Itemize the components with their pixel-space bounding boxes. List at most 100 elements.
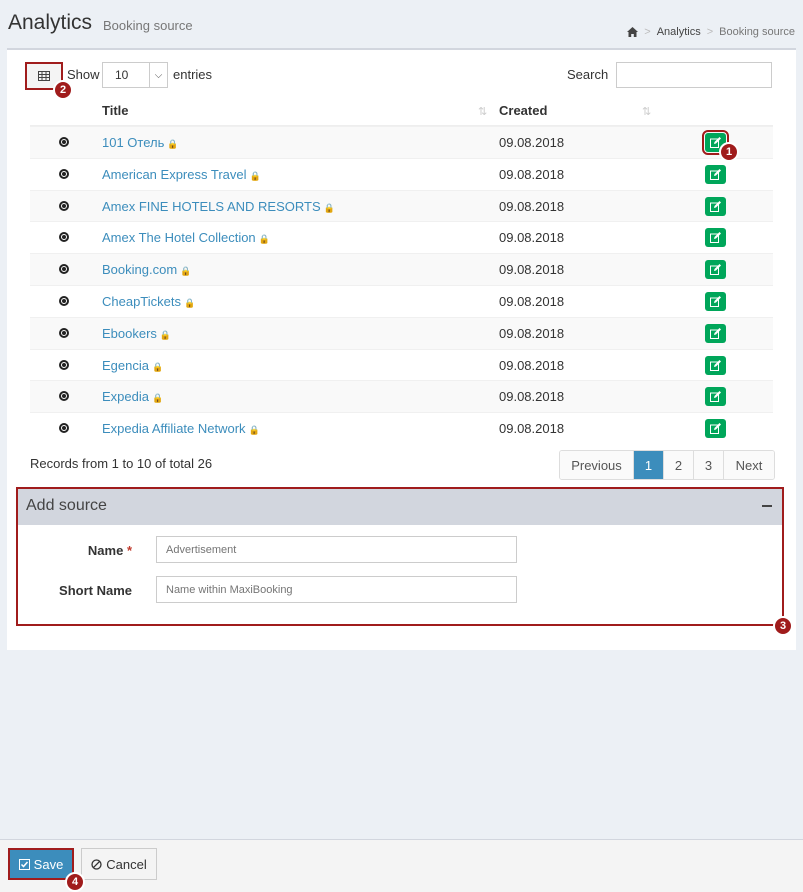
table-icon <box>38 71 50 81</box>
chevron-down-icon: ⌵ <box>149 63 167 87</box>
source-title-link[interactable]: Ebookers 🔒 <box>102 326 171 341</box>
source-icon <box>59 359 69 370</box>
home-icon[interactable] <box>627 27 639 37</box>
breadcrumb: > Analytics > Booking source <box>627 26 795 38</box>
content-box: 2 Show 10 ⌵ entries Search Title ⇅ Creat… <box>7 48 796 650</box>
cancel-button-label: Cancel <box>106 856 147 872</box>
short-name-label: Short Name <box>59 583 132 598</box>
edit-icon <box>710 391 721 403</box>
edit-icon <box>710 264 721 276</box>
source-icon <box>59 232 69 243</box>
check-square-icon <box>18 858 30 870</box>
save-button[interactable]: Save <box>8 848 74 880</box>
add-source-panel: Add source Name * Short Name <box>16 487 784 626</box>
table-row: Amex FINE HOTELS AND RESORTS 🔒 09.08.2018 <box>30 189 773 222</box>
edit-icon <box>710 423 721 435</box>
created-date: 09.08.2018 <box>499 421 565 437</box>
sources-table: Title ⇅ Created ⇅ 101 Отель 🔒 09.08.2018 Am… <box>30 98 773 444</box>
source-title-link[interactable]: Egencia 🔒 <box>102 358 163 373</box>
source-title-link[interactable]: Expedia 🔒 <box>102 389 163 404</box>
lock-icon: 🔒 <box>248 425 260 436</box>
add-source-header: Add source <box>18 489 782 525</box>
edit-icon <box>710 327 721 339</box>
source-icon <box>59 391 69 402</box>
created-date: 09.08.2018 <box>499 357 565 373</box>
source-title-text: Expedia Affiliate Network <box>102 421 246 437</box>
annotation-marker-1: 1 <box>719 142 739 162</box>
pagination-next[interactable]: Next <box>724 451 774 479</box>
entries-select[interactable]: 10 ⌵ <box>102 62 168 88</box>
edit-button[interactable] <box>705 196 726 216</box>
breadcrumb-item-analytics[interactable]: Analytics <box>657 26 701 38</box>
source-icon <box>59 327 69 338</box>
created-date: 09.08.2018 <box>499 166 565 182</box>
created-date: 09.08.2018 <box>499 293 565 309</box>
short-name-field[interactable] <box>156 576 517 603</box>
breadcrumb-separator: > <box>706 26 714 38</box>
pagination: Previous 1 2 3 Next <box>559 450 775 480</box>
table-toolbar: 2 Show 10 ⌵ entries Search <box>25 62 785 100</box>
source-title-link[interactable]: CheapTickets 🔒 <box>102 294 195 309</box>
source-title-link[interactable]: 101 Отель 🔒 <box>102 135 179 150</box>
source-icon <box>59 200 69 211</box>
annotation-marker-4: 4 <box>65 872 85 892</box>
source-title-link[interactable]: Booking.com 🔒 <box>102 262 191 277</box>
source-title-link[interactable]: American Express Travel 🔒 <box>102 167 261 182</box>
pagination-page-3[interactable]: 3 <box>694 451 724 479</box>
source-title-text: Amex The Hotel Collection <box>102 230 256 246</box>
pagination-page-1[interactable]: 1 <box>634 451 664 479</box>
table-row: Expedia 🔒 09.08.2018 <box>30 380 773 413</box>
breadcrumb-separator: > <box>644 26 651 38</box>
short-name-row: Short Name <box>18 576 782 604</box>
lock-icon: 🔒 <box>167 139 179 149</box>
edit-button[interactable] <box>705 387 726 407</box>
table-row: CheapTickets 🔒 09.08.2018 <box>30 284 773 317</box>
sort-icon[interactable]: ⇅ <box>642 105 651 118</box>
name-field[interactable] <box>156 536 517 563</box>
column-header-created[interactable]: Created <box>499 103 547 118</box>
required-mark: * <box>126 543 132 558</box>
entries-select-value: 10 <box>115 68 129 82</box>
source-icon <box>59 423 69 434</box>
source-title-link[interactable]: Amex The Hotel Collection 🔒 <box>102 230 270 245</box>
source-title-link[interactable]: Expedia Affiliate Network 🔒 <box>102 421 260 436</box>
edit-button[interactable] <box>705 355 726 375</box>
name-label: Name * <box>88 543 132 558</box>
collapse-icon[interactable] <box>762 505 772 507</box>
edit-button[interactable] <box>705 323 726 343</box>
cancel-button[interactable]: Cancel <box>81 848 157 880</box>
page-title: Analytics <box>8 11 93 34</box>
edit-button[interactable] <box>705 228 726 248</box>
created-date: 09.08.2018 <box>499 135 565 150</box>
lock-icon: 🔒 <box>151 361 164 372</box>
lock-icon: 🔒 <box>151 393 164 404</box>
breadcrumb-item-booking-source: Booking source <box>719 26 795 38</box>
source-title-link[interactable]: Amex FINE HOTELS AND RESORTS 🔒 <box>102 199 335 214</box>
table-row: Ebookers 🔒 09.08.2018 <box>30 316 773 349</box>
source-title-text: American Express Travel <box>102 166 247 182</box>
lock-icon: 🔒 <box>249 170 261 181</box>
table-row: Expedia Affiliate Network 🔒 09.08.2018 <box>30 412 773 444</box>
edit-icon <box>710 295 721 307</box>
name-label-text: Name <box>87 543 124 558</box>
edit-icon <box>710 359 721 371</box>
source-icon <box>59 168 69 179</box>
edit-button[interactable] <box>705 291 726 311</box>
created-date: 09.08.2018 <box>499 230 565 246</box>
source-title-text: Amex FINE HOTELS AND RESORTS <box>102 198 321 214</box>
column-header-title[interactable]: Title <box>102 103 129 118</box>
source-title-text: CheapTickets <box>102 293 181 309</box>
edit-button[interactable] <box>705 164 726 184</box>
created-date: 09.08.2018 <box>499 325 565 341</box>
sort-icon[interactable]: ⇅ <box>478 105 487 118</box>
source-title-text: Expedia <box>102 389 149 405</box>
pagination-previous[interactable]: Previous <box>560 451 634 479</box>
table-row: Amex The Hotel Collection 🔒 09.08.2018 <box>30 221 773 253</box>
edit-button[interactable] <box>705 419 726 439</box>
name-row: Name * <box>18 536 782 564</box>
pagination-page-2[interactable]: 2 <box>664 451 694 479</box>
source-title-text: Booking.com <box>102 262 178 278</box>
search-input[interactable] <box>616 62 772 88</box>
lock-icon: 🔒 <box>159 329 172 340</box>
edit-button[interactable] <box>705 260 726 280</box>
